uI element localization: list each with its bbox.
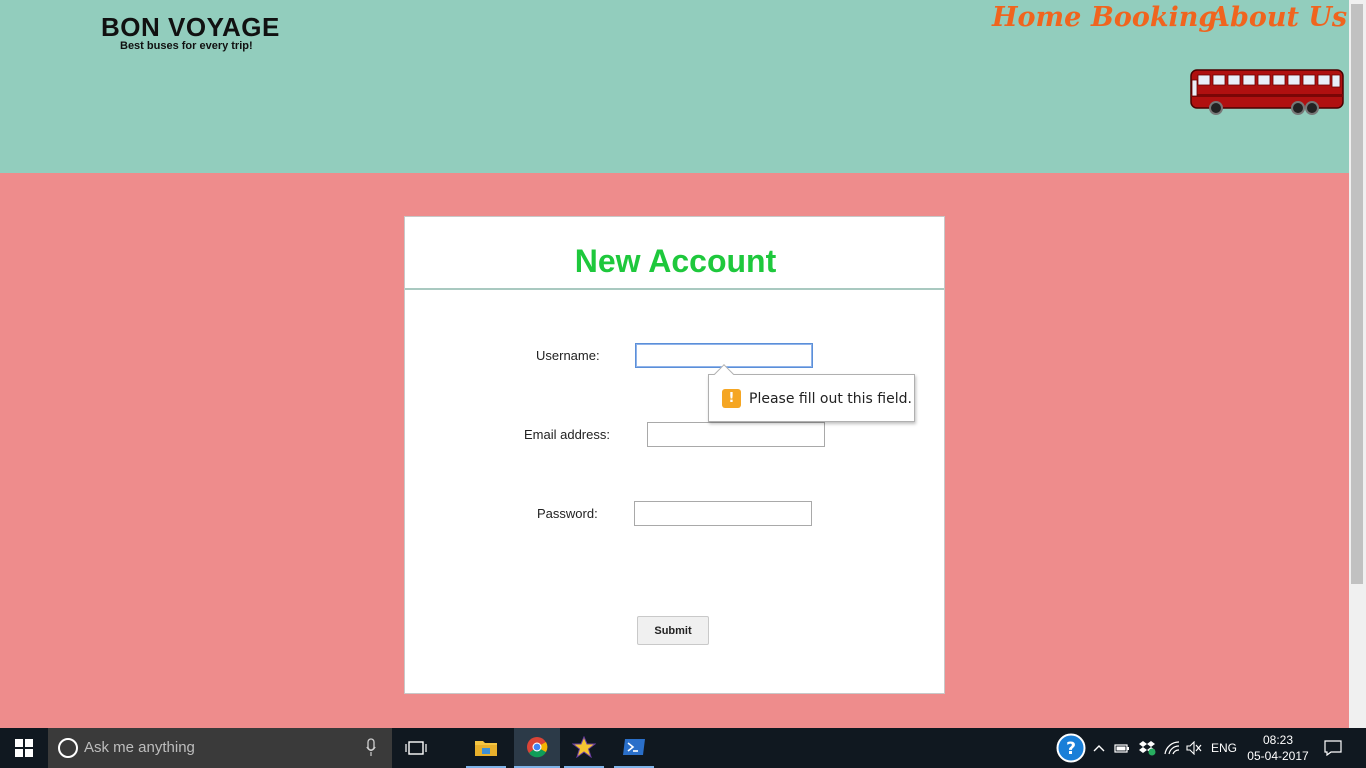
nav-booking-link[interactable]: Booking (1091, 2, 1217, 33)
file-explorer-icon (475, 741, 497, 756)
search-placeholder: Ask me anything (84, 739, 195, 756)
start-button[interactable] (0, 728, 48, 768)
task-view-icon (405, 741, 427, 755)
task-view-button[interactable] (396, 728, 436, 768)
notification-icon (1324, 740, 1342, 756)
taskbar-file-explorer[interactable] (466, 728, 506, 768)
brand-tagline: Best buses for every trip! (120, 40, 253, 52)
clock-time: 08:23 (1262, 733, 1294, 747)
powershell-icon (623, 739, 645, 755)
page-scrollbar[interactable] (1349, 0, 1366, 728)
language-indicator[interactable]: ENG (1208, 728, 1240, 768)
volume-muted-icon (1186, 741, 1202, 755)
clock-date: 05-04-2017 (1247, 749, 1309, 763)
svg-text:?: ? (1066, 739, 1076, 759)
bus-image (1190, 69, 1344, 115)
star-app-icon (572, 736, 596, 758)
password-label: Password: (537, 506, 598, 521)
microphone-icon[interactable] (366, 738, 376, 758)
site-header: BON VOYAGE Best buses for every trip! Ho… (0, 0, 1349, 173)
windows-logo-icon (15, 739, 33, 757)
action-center-button[interactable] (1318, 728, 1348, 768)
taskbar-powershell[interactable] (614, 728, 654, 768)
wifi-tray[interactable] (1162, 728, 1182, 768)
nav-home-link[interactable]: Home (992, 2, 1081, 33)
warning-icon: ! (722, 389, 741, 408)
nav-about-link[interactable]: About Us (1209, 2, 1347, 33)
windows-taskbar: Ask me anything ? ENG 08:23 05-04-2017 (0, 728, 1366, 768)
dropbox-icon (1139, 741, 1156, 756)
help-question-icon: ? (1056, 733, 1086, 763)
email-label: Email address: (524, 427, 610, 442)
validation-tooltip: ! Please fill out this field. (708, 364, 915, 422)
submit-button[interactable]: Submit (637, 616, 709, 645)
dropbox-tray[interactable] (1136, 728, 1158, 768)
volume-tray[interactable] (1184, 728, 1204, 768)
title-divider (405, 288, 944, 290)
help-tray-button[interactable]: ? (1054, 728, 1088, 768)
taskbar-chrome[interactable] (514, 728, 560, 768)
cortana-search-box[interactable]: Ask me anything (48, 728, 392, 768)
battery-tray[interactable] (1112, 728, 1132, 768)
chrome-icon (527, 737, 548, 758)
username-label: Username: (536, 348, 600, 363)
battery-icon (1114, 744, 1129, 753)
new-account-form: New Account Username: Email address: Pas… (404, 216, 945, 694)
form-title: New Account (574, 243, 777, 279)
system-clock[interactable]: 08:23 05-04-2017 (1243, 732, 1313, 764)
validation-message: Please fill out this field. (749, 391, 912, 407)
chevron-up-icon (1093, 745, 1105, 752)
brand-title: BON VOYAGE (101, 12, 280, 42)
email-input[interactable] (647, 422, 825, 447)
show-hidden-icons-button[interactable] (1090, 728, 1108, 768)
password-input[interactable] (634, 501, 812, 526)
cortana-icon (58, 738, 78, 758)
scrollbar-thumb[interactable] (1351, 4, 1363, 584)
taskbar-star-app[interactable] (564, 728, 604, 768)
wifi-icon (1164, 741, 1180, 755)
